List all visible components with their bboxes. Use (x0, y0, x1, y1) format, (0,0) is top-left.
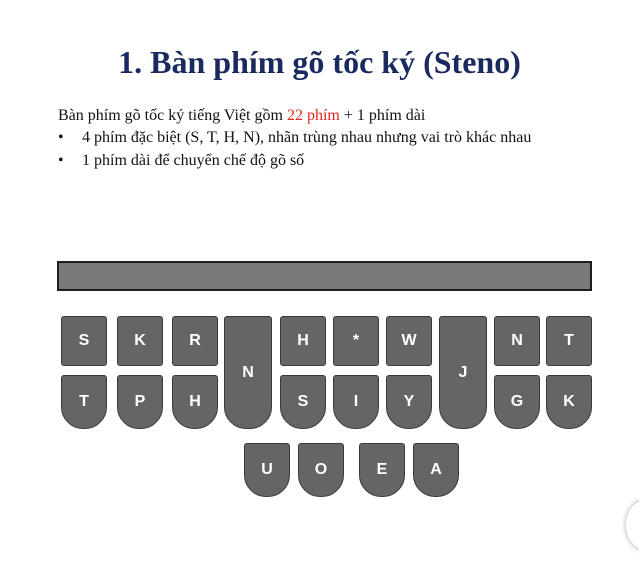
bullet-text: 4 phím đặc biệt (S, T, H, N), nhãn trùng… (82, 129, 532, 146)
intro-before: Bàn phím gõ tốc ký tiếng Việt gồm (58, 107, 287, 124)
long-number-key[interactable] (57, 261, 592, 291)
key-top-w[interactable]: W (386, 316, 432, 366)
key-vowel-e[interactable]: E (359, 443, 405, 497)
bullet-dot: • (58, 129, 64, 146)
key-top-star[interactable]: * (333, 316, 379, 366)
key-vowel-a[interactable]: A (413, 443, 459, 497)
key-bottom-i[interactable]: I (333, 375, 379, 429)
key-bottom-g[interactable]: G (494, 375, 540, 429)
key-top-k[interactable]: K (117, 316, 163, 366)
bullet-dot: • (58, 152, 64, 169)
key-bottom-k[interactable]: K (546, 375, 592, 429)
key-vowel-u[interactable]: U (244, 443, 290, 497)
key-tall-n[interactable]: N (224, 316, 272, 429)
key-top-r[interactable]: R (172, 316, 218, 366)
bullet-item: • 4 phím đặc biệt (S, T, H, N), nhãn trùn… (58, 127, 531, 149)
key-bottom-p[interactable]: P (117, 375, 163, 429)
key-vowel-o[interactable]: O (298, 443, 344, 497)
key-bottom-t[interactable]: T (61, 375, 107, 429)
intro-after: + 1 phím dài (339, 107, 426, 124)
key-top-h[interactable]: H (280, 316, 326, 366)
slide-title: 1. Bàn phím gõ tốc ký (Steno) (118, 44, 521, 80)
key-top-s[interactable]: S (61, 316, 107, 366)
key-bottom-s[interactable]: S (280, 375, 326, 429)
key-top-n[interactable]: N (494, 316, 540, 366)
bullet-item: • 1 phím dài để chuyển chế độ gõ số (58, 150, 304, 172)
key-bottom-y[interactable]: Y (386, 375, 432, 429)
intro-text: Bàn phím gõ tốc ký tiếng Việt gồm 22 phí… (58, 105, 425, 127)
key-top-t[interactable]: T (546, 316, 592, 366)
intro-highlight: 22 phím (286, 107, 340, 124)
key-tall-j[interactable]: J (439, 316, 487, 429)
edge-shape (626, 500, 639, 550)
bullet-text: 1 phím dài để chuyển chế độ gõ số (82, 152, 305, 169)
key-bottom-h[interactable]: H (172, 375, 218, 429)
